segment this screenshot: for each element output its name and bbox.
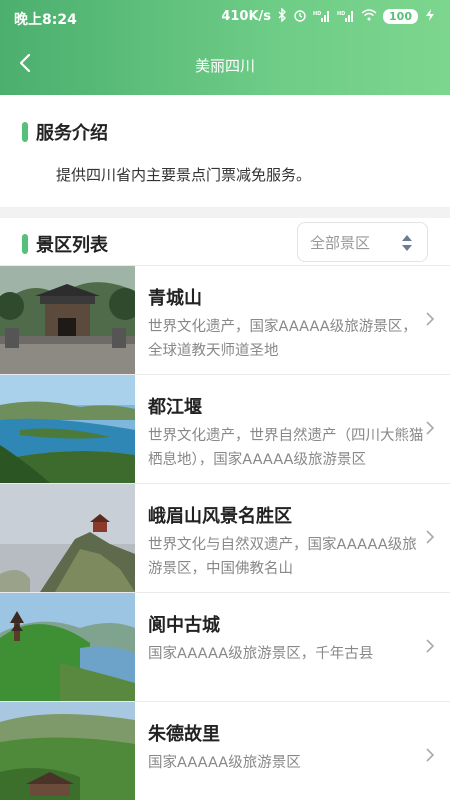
chevron-right-icon <box>424 637 436 655</box>
bluetooth-icon <box>277 7 287 25</box>
alarm-icon <box>293 8 307 25</box>
scenic-thumbnail <box>0 593 135 701</box>
scenic-title: 都江堰 <box>148 397 202 418</box>
chevron-right-icon <box>424 746 436 764</box>
status-bar: 晚上8:24 410K/s HD HD 100 <box>0 0 450 36</box>
svg-text:HD: HD <box>313 11 321 17</box>
signal-icon: HD <box>313 9 331 25</box>
list-item[interactable]: 阆中古城 国家AAAAA级旅游景区，千年古县 <box>0 592 450 701</box>
status-indicators: 410K/s HD HD 100 <box>221 7 436 25</box>
scenic-thumbnail <box>0 484 135 592</box>
scenic-description: 国家AAAAA级旅游景区 <box>148 755 301 771</box>
scenic-title: 阆中古城 <box>148 615 220 636</box>
scenic-description: 国家AAAAA级旅游景区，千年古县 <box>148 646 374 662</box>
service-description: 提供四川省内主要景点门票减免服务。 <box>56 166 312 184</box>
filter-label: 全部景区 <box>310 233 371 252</box>
list-item[interactable]: 朱德故里 国家AAAAA级旅游景区 <box>0 701 450 800</box>
list-item[interactable]: 峨眉山风景名胜区 世界文化与自然双遗产，国家AAAAA级旅游景区，中国佛教名山 <box>0 483 450 592</box>
list-header: 景区列表 <box>22 231 108 257</box>
signal-icon-2: HD <box>337 9 355 25</box>
navigation-bar: 美丽四川 <box>0 40 450 92</box>
network-speed: 410K/s <box>221 9 272 24</box>
list-item[interactable]: 都江堰 世界文化遗产，世界自然遗产（四川大熊猫栖息地），国家AAAAA级旅游景区 <box>0 374 450 483</box>
scenic-description: 世界文化与自然双遗产，国家AAAAA级旅游景区，中国佛教名山 <box>148 537 417 577</box>
sort-updown-icon <box>401 233 413 257</box>
page-title: 美丽四川 <box>194 57 255 75</box>
scenic-title: 峨眉山风景名胜区 <box>148 506 292 527</box>
app-header: 晚上8:24 410K/s HD HD 100 美丽四川 <box>0 0 450 95</box>
list-title: 景区列表 <box>36 235 108 256</box>
chevron-right-icon <box>424 310 436 328</box>
section-accent-bar <box>22 122 28 142</box>
scenic-thumbnail <box>0 375 135 483</box>
scenic-thumbnail <box>0 702 135 800</box>
scenic-list-section: 景区列表 全部景区 青城山 世界文化遗产，国家AAAAA级旅游景区，全球道教天师… <box>0 218 450 800</box>
svg-text:HD: HD <box>337 11 345 17</box>
service-section: 服务介绍 提供四川省内主要景点门票减免服务。 <box>0 95 450 207</box>
chevron-right-icon <box>424 419 436 437</box>
scenic-description: 世界文化遗产，世界自然遗产（四川大熊猫栖息地），国家AAAAA级旅游景区 <box>148 428 424 468</box>
scenic-list: 青城山 世界文化遗产，国家AAAAA级旅游景区，全球道教天师道圣地 都江堰 世界… <box>0 265 450 800</box>
charging-icon <box>424 8 436 25</box>
section-accent-bar <box>22 234 28 254</box>
battery-indicator: 100 <box>383 9 418 24</box>
service-title: 服务介绍 <box>36 123 108 144</box>
scenic-thumbnail <box>0 266 135 374</box>
list-item[interactable]: 青城山 世界文化遗产，国家AAAAA级旅游景区，全球道教天师道圣地 <box>0 265 450 374</box>
scenic-title: 朱德故里 <box>148 724 220 745</box>
scenic-description: 世界文化遗产，国家AAAAA级旅游景区，全球道教天师道圣地 <box>148 319 417 359</box>
service-header: 服务介绍 <box>22 119 108 145</box>
scenic-title: 青城山 <box>148 288 202 309</box>
status-time: 晚上8:24 <box>14 12 77 28</box>
wifi-icon <box>361 9 377 24</box>
scenic-filter-select[interactable]: 全部景区 <box>297 222 428 262</box>
chevron-right-icon <box>424 528 436 546</box>
